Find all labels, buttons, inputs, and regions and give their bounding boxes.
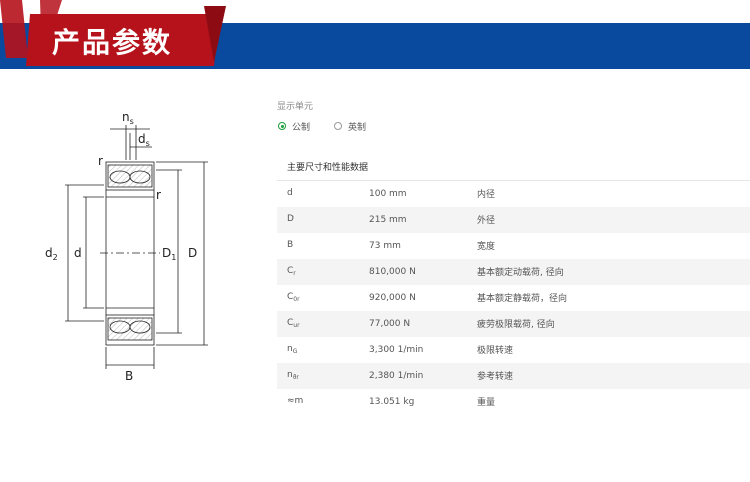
radio-unselected-icon [334, 122, 342, 130]
param-description: 重量 [477, 398, 496, 408]
param-symbol: D [287, 214, 294, 224]
label-ds: ds [138, 132, 150, 148]
table-row: C0r 920,000 N 基本额定静载荷，径向 [277, 284, 750, 311]
label-d2: d2 [45, 246, 58, 262]
params-table: d 100 mm 内径 D 215 mm 外径 B 73 mm 宽度 Cr 810,000 N 基本额… [277, 180, 750, 415]
radio-metric[interactable]: 公制 [278, 120, 310, 133]
param-value: 810,000 N [369, 266, 416, 277]
label-D: D [188, 246, 197, 260]
table-row: Cur 77,000 N 疲劳极限载荷, 径向 [277, 310, 750, 337]
param-symbol: nϑr [287, 370, 299, 381]
param-value: 77,000 N [369, 318, 411, 329]
label-r-left: r [98, 154, 103, 168]
param-symbol: Cur [287, 318, 300, 329]
section-title: 主要尺寸和性能数据 [287, 163, 369, 173]
param-symbol: C0r [287, 292, 300, 303]
label-r-right: r [156, 188, 161, 202]
param-description: 基本额定动载荷, 径向 [477, 268, 564, 278]
radio-imperial[interactable]: 英制 [334, 120, 366, 133]
label-d: d [74, 246, 82, 260]
label-ns: ns [122, 110, 134, 126]
param-value: 73 mm [369, 240, 401, 251]
banner-title: 产品参数 [52, 26, 173, 59]
param-value: 215 mm [369, 214, 407, 225]
table-row: Cr 810,000 N 基本额定动载荷, 径向 [277, 258, 750, 285]
table-row: d 100 mm 内径 [277, 180, 750, 207]
param-description: 基本额定静载荷，径向 [477, 294, 568, 304]
param-value: 920,000 N [369, 292, 416, 303]
param-symbol: ≈m [287, 396, 304, 406]
label-B: B [125, 369, 133, 383]
radio-selected-icon [278, 122, 286, 130]
param-description: 疲劳极限载荷, 径向 [477, 320, 555, 330]
param-description: 外径 [477, 216, 496, 226]
param-symbol: B [287, 240, 294, 250]
param-symbol: Cr [287, 266, 296, 277]
table-row: B 73 mm 宽度 [277, 232, 750, 259]
units-label: 显示单元 [277, 102, 314, 112]
table-row: ≈m 13.051 kg 重量 [277, 388, 750, 415]
param-value: 13.051 kg [369, 396, 415, 407]
param-description: 内径 [477, 180, 750, 207]
table-row: nG 3,300 1/min 极限转速 [277, 336, 750, 363]
table-row: nϑr 2,380 1/min 参考转速 [277, 362, 750, 389]
param-symbol: nG [287, 344, 298, 355]
param-value: 3,300 1/min [369, 344, 424, 355]
bearing-diagram: ns ds r r d2 d D1 D B [45, 110, 208, 383]
label-D1: D1 [162, 246, 176, 262]
param-symbol: d [277, 180, 369, 207]
param-description: 极限转速 [477, 346, 514, 356]
table-row: D 215 mm 外径 [277, 206, 750, 233]
param-value: 100 mm [369, 180, 477, 207]
param-value: 2,380 1/min [369, 370, 424, 381]
param-description: 参考转速 [477, 372, 514, 382]
param-description: 宽度 [477, 242, 496, 252]
